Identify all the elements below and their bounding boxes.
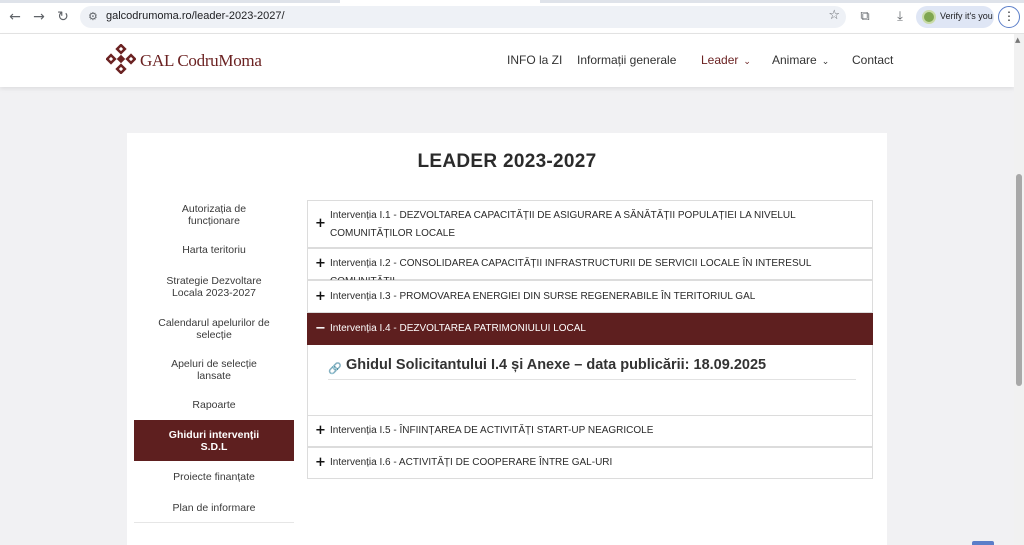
- plus-icon: +: [315, 256, 326, 271]
- verify-label: Verify it's you: [940, 11, 993, 21]
- sidebar-item-plan[interactable]: Plan de informare: [134, 502, 294, 516]
- sidebar-item-proiecte[interactable]: Proiecte finanțate: [134, 471, 294, 485]
- scrollbar-thumb[interactable]: [1016, 174, 1022, 386]
- bookmark-star-icon[interactable]: ☆: [828, 8, 840, 23]
- floating-widget[interactable]: [972, 541, 994, 545]
- menu-dots-icon[interactable]: ⋮: [998, 6, 1020, 28]
- sidebar-divider: [134, 522, 294, 523]
- verify-button[interactable]: Verify it's you: [916, 6, 994, 28]
- address-bar[interactable]: ⚙ galcodrumoma.ro/leader-2023-2027/ ☆: [80, 6, 846, 28]
- logo-emblem-icon: [106, 44, 136, 74]
- link-icon: 🔗: [328, 362, 342, 375]
- nav-contact[interactable]: Contact: [852, 53, 893, 67]
- accordion-item-label: Intervenția I.4 - DEZVOLTAREA PATRIMONIU…: [330, 323, 586, 334]
- sidebar-item-harta[interactable]: Harta teritoriu: [134, 244, 294, 258]
- logo-text: GAL CodruMoma: [140, 51, 262, 70]
- plus-icon: +: [315, 455, 326, 470]
- sidebar-item-autorizatia[interactable]: Autorizația de funcționare: [134, 203, 294, 229]
- accordion-item-i5[interactable]: + Intervenția I.5 - ÎNFIINȚAREA DE ACTIV…: [307, 415, 873, 447]
- accordion-item-i1[interactable]: + Intervenția I.1 - DEZVOLTAREA CAPACITĂ…: [307, 200, 873, 248]
- accordion-item-label: Intervenția I.5 - ÎNFIINȚAREA DE ACTIVIT…: [330, 425, 654, 436]
- tab-strip: [0, 0, 1024, 3]
- nav-leader[interactable]: Leader ⌄: [701, 53, 751, 67]
- page-title: LEADER 2023-2027: [417, 151, 597, 172]
- scroll-up-icon[interactable]: ▲: [1015, 36, 1020, 44]
- accordion-item-i6[interactable]: + Intervenția I.6 - ACTIVITĂȚI DE COOPER…: [307, 447, 873, 479]
- accordion-item-label: Intervenția I.1 - DEZVOLTAREA CAPACITĂȚI…: [330, 210, 796, 239]
- nav-leader-label: Leader: [701, 53, 739, 67]
- guide-document-link[interactable]: Ghidul Solicitantului I.4 și Anexe – dat…: [346, 357, 766, 373]
- sidebar-item-rapoarte[interactable]: Rapoarte: [134, 399, 294, 413]
- accordion-item-i4[interactable]: − Intervenția I.4 - DEZVOLTAREA PATRIMON…: [307, 313, 873, 345]
- content-card: LEADER 2023-2027 Autorizația de funcțion…: [127, 133, 887, 545]
- sidebar-item-ghiduri[interactable]: Ghiduri intervenții S.D.L: [134, 420, 294, 461]
- extensions-icon[interactable]: ⧉: [856, 8, 874, 26]
- chevron-down-icon: ⌄: [743, 57, 751, 67]
- nav-info-la-zi[interactable]: INFO la ZI: [507, 53, 562, 67]
- accordion-panel-i4: 🔗 Ghidul Solicitantului I.4 și Anexe – d…: [307, 345, 873, 415]
- sidebar-item-calendarul[interactable]: Calendarul apelurilor de selecție: [134, 317, 294, 343]
- back-icon[interactable]: ←: [6, 8, 24, 26]
- plus-icon: +: [315, 216, 326, 231]
- link-divider: [328, 379, 856, 380]
- profile-icon: [922, 10, 936, 24]
- sidebar-item-strategie[interactable]: Strategie Dezvoltare Locala 2023-2027: [134, 275, 294, 301]
- site-settings-icon[interactable]: ⚙: [88, 9, 102, 25]
- accordion-item-label: Intervenția I.6 - ACTIVITĂȚI DE COOPERAR…: [330, 457, 613, 468]
- site-header: GAL CodruMoma INFO la ZI Informații gene…: [0, 34, 1014, 87]
- browser-toolbar: ← → ↻ ⚙ galcodrumoma.ro/leader-2023-2027…: [0, 0, 1024, 34]
- url-text[interactable]: galcodrumoma.ro/leader-2023-2027/: [106, 10, 285, 22]
- nav-informatii-generale[interactable]: Informații generale: [577, 53, 676, 67]
- accordion-item-label: Intervenția I.3 - PROMOVAREA ENERGIEI DI…: [330, 291, 756, 302]
- minus-icon: −: [315, 321, 326, 336]
- nav-animare[interactable]: Animare ⌄: [772, 53, 829, 67]
- accordion-item-i3[interactable]: + Intervenția I.3 - PROMOVAREA ENERGIEI …: [307, 280, 873, 313]
- reload-icon[interactable]: ↻: [54, 8, 72, 26]
- accordion-item-i2[interactable]: + Intervenția I.2 - CONSOLIDAREA CAPACIT…: [307, 248, 873, 287]
- chevron-down-icon: ⌄: [821, 57, 830, 67]
- nav-animare-label: Animare: [772, 53, 817, 67]
- forward-icon[interactable]: →: [30, 8, 48, 26]
- download-icon[interactable]: ⤓: [891, 8, 909, 26]
- plus-icon: +: [315, 289, 326, 304]
- sidebar-item-apeluri[interactable]: Apeluri de selecție lansate: [134, 358, 294, 384]
- plus-icon: +: [315, 423, 326, 438]
